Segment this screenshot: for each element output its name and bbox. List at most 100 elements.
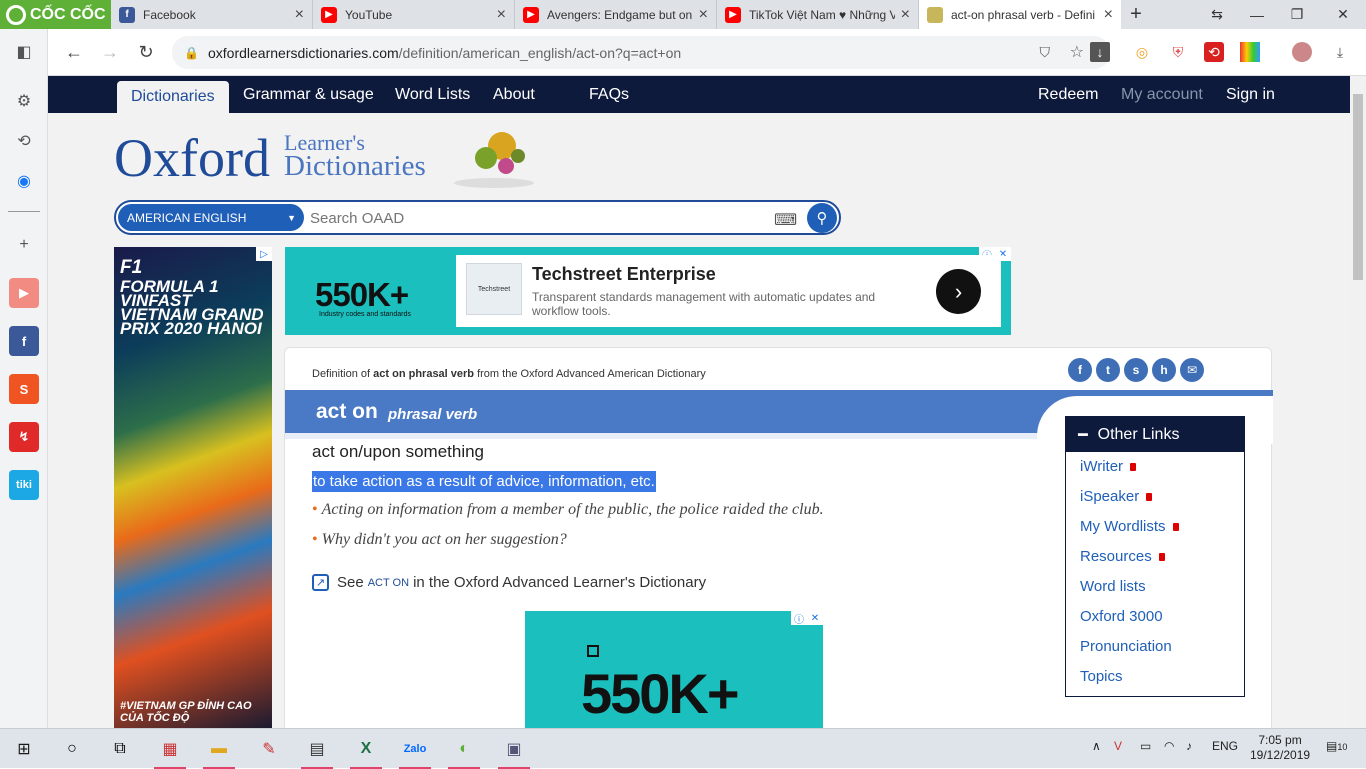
sidebar-toggle-icon[interactable]: ◧ xyxy=(8,36,40,68)
show-hidden-icons[interactable]: ∧ xyxy=(1092,739,1101,753)
nav-faqs[interactable]: FAQs xyxy=(589,76,629,113)
tab-avengers[interactable]: ▶ Avengers: Endgame but onl × xyxy=(515,0,717,29)
zalo-icon[interactable]: Zalo xyxy=(395,733,435,769)
paint-icon[interactable]: ✎ xyxy=(249,733,289,765)
task-view-icon[interactable]: ⧉ xyxy=(100,733,140,765)
inline-advertisement[interactable]: ⓘ ✕ 550K+ xyxy=(525,611,823,728)
minimize-button[interactable]: — xyxy=(1237,0,1277,29)
see-also-link[interactable]: ↗ See ACT ON in the Oxford Advanced Lear… xyxy=(312,574,706,591)
lock-icon[interactable]: 🔒 xyxy=(184,46,199,60)
close-tab-icon[interactable]: × xyxy=(497,6,506,24)
link-word-lists[interactable]: Word lists xyxy=(1080,578,1146,595)
extension-color-icon[interactable] xyxy=(1240,42,1260,62)
nav-about[interactable]: About xyxy=(493,76,535,113)
nav-sign-in[interactable]: Sign in xyxy=(1226,76,1275,113)
facebook-icon[interactable]: f xyxy=(1068,358,1092,382)
cortana-search-icon[interactable]: ○ xyxy=(52,733,92,765)
extension-shield-icon[interactable]: ⛨ xyxy=(1168,42,1188,62)
page-scrollbar[interactable] xyxy=(1350,76,1366,728)
history-icon[interactable]: ⟲ xyxy=(8,125,40,157)
youtube-app-icon[interactable]: ▶ xyxy=(9,278,39,308)
lock-icon xyxy=(1146,492,1153,501)
coccoc-taskbar-icon[interactable]: ◐ xyxy=(444,733,484,769)
app-icon[interactable]: ▣ xyxy=(494,733,534,769)
tiki-app-icon[interactable]: tiki xyxy=(9,470,39,500)
link-oxford-3000[interactable]: Oxford 3000 xyxy=(1080,608,1163,625)
notepad-icon[interactable]: ▤ xyxy=(297,733,337,769)
language-indicator[interactable]: ENG xyxy=(1212,739,1238,753)
wifi-icon[interactable]: ◠ xyxy=(1164,739,1174,753)
maximize-button[interactable]: ❐ xyxy=(1277,0,1317,29)
star-icon[interactable]: ☆ xyxy=(1070,42,1084,62)
facebook-icon: f xyxy=(119,6,135,23)
stumbleupon-icon[interactable]: s xyxy=(1124,358,1148,382)
left-advertisement[interactable]: ▷ F1 FORMULA 1 VINFAST VIETNAM GRAND PRI… xyxy=(114,247,272,728)
volume-icon[interactable]: ♪ xyxy=(1186,739,1192,753)
other-links-header[interactable]: ━ Other Links xyxy=(1066,417,1244,452)
link-iwriter[interactable]: iWriter xyxy=(1080,458,1137,475)
shopee-app-icon[interactable]: S xyxy=(9,374,39,404)
nav-grammar-usage[interactable]: Grammar & usage xyxy=(243,76,374,113)
downloads-icon[interactable]: ⤓ xyxy=(1330,42,1350,62)
search-input[interactable] xyxy=(310,206,770,230)
link-resources[interactable]: Resources xyxy=(1080,548,1165,565)
link-ispeaker[interactable]: iSpeaker xyxy=(1080,488,1153,505)
add-app-icon[interactable]: + xyxy=(8,229,40,261)
ad-arrow-button[interactable]: › xyxy=(936,269,981,314)
close-tab-icon[interactable]: × xyxy=(295,6,304,24)
nav-redeem[interactable]: Redeem xyxy=(1038,76,1098,113)
close-tab-icon[interactable]: × xyxy=(699,6,708,24)
keyboard-icon[interactable]: ⌨ xyxy=(774,210,797,230)
forward-button[interactable]: → xyxy=(98,40,122,64)
twitter-icon[interactable]: t xyxy=(1096,358,1120,382)
app-icon[interactable]: ▦ xyxy=(150,733,190,769)
email-icon[interactable]: ✉ xyxy=(1180,358,1204,382)
ad-card[interactable]: Techstreet Techstreet Enterprise Transpa… xyxy=(456,255,1001,327)
tab-oxford-active[interactable]: act-on phrasal verb - Defini × xyxy=(919,0,1121,29)
coccoc-logo[interactable]: CỐC CỐC xyxy=(0,0,111,29)
scrollbar-thumb[interactable] xyxy=(1353,94,1363,280)
link-my-wordlists[interactable]: My Wordlists xyxy=(1080,518,1179,535)
reload-button[interactable]: ↻ xyxy=(134,40,158,64)
nav-word-lists[interactable]: Word Lists xyxy=(395,76,470,113)
adchoices-icon[interactable]: ⓘ xyxy=(791,611,807,626)
search-button[interactable]: ⚲ xyxy=(807,203,837,233)
new-tab-button[interactable]: + xyxy=(1121,0,1151,29)
top-advertisement[interactable]: ⓘ✕ 550K+ Industry codes and standards Te… xyxy=(285,247,1011,335)
dictionary-select[interactable]: AMERICAN ENGLISH ▼ xyxy=(118,204,304,231)
notification-icon[interactable]: ▤10 xyxy=(1326,739,1347,753)
back-button[interactable]: ← xyxy=(62,40,86,64)
link-pronunciation[interactable]: Pronunciation xyxy=(1080,638,1172,655)
clock[interactable]: 7:05 pm 19/12/2019 xyxy=(1250,733,1310,763)
url-text[interactable]: oxfordlearnersdictionaries.com/definitio… xyxy=(208,45,681,61)
battery-icon[interactable]: ▭ xyxy=(1140,739,1151,753)
extension-chrome-icon[interactable]: ◎ xyxy=(1132,42,1152,62)
definition[interactable]: to take action as a result of advice, in… xyxy=(312,471,656,492)
tab-search-icon[interactable]: ⇆ xyxy=(1197,0,1237,29)
settings-icon[interactable]: ⚙ xyxy=(8,85,40,117)
adchoices-icon[interactable]: ▷ xyxy=(256,247,272,261)
tab-facebook[interactable]: f Facebook × xyxy=(111,0,313,29)
tab-tiktok[interactable]: ▶ TikTok Việt Nam ♥ Những V × xyxy=(717,0,919,29)
address-bar[interactable]: 🔒 oxfordlearnersdictionaries.com/definit… xyxy=(172,36,1110,69)
windows-start-icon[interactable]: ⊞ xyxy=(4,733,44,765)
close-ad-icon[interactable]: ✕ xyxy=(807,611,823,625)
vietkey-icon[interactable]: V xyxy=(1114,739,1122,753)
close-tab-icon[interactable]: × xyxy=(1104,6,1113,24)
excel-icon[interactable]: X xyxy=(346,733,386,769)
lazada-app-icon[interactable]: ↯ xyxy=(9,422,39,452)
shield-icon[interactable]: ⛉ xyxy=(1040,44,1051,61)
file-explorer-icon[interactable]: ▬ xyxy=(199,733,239,769)
close-window-button[interactable]: ✕ xyxy=(1323,0,1363,29)
close-tab-icon[interactable]: × xyxy=(901,6,910,24)
extension-red-icon[interactable]: ⟲ xyxy=(1204,42,1224,62)
nav-my-account[interactable]: My account xyxy=(1121,76,1203,113)
facebook-app-icon[interactable]: f xyxy=(9,326,39,356)
hi5-icon[interactable]: h xyxy=(1152,358,1176,382)
messenger-icon[interactable]: ◉ xyxy=(8,165,40,197)
nav-dictionaries[interactable]: Dictionaries xyxy=(117,81,229,113)
avatar[interactable] xyxy=(1292,42,1312,62)
download-page-icon[interactable]: ↓ xyxy=(1090,42,1110,62)
tab-youtube[interactable]: ▶ YouTube × xyxy=(313,0,515,29)
link-topics[interactable]: Topics xyxy=(1080,668,1123,685)
